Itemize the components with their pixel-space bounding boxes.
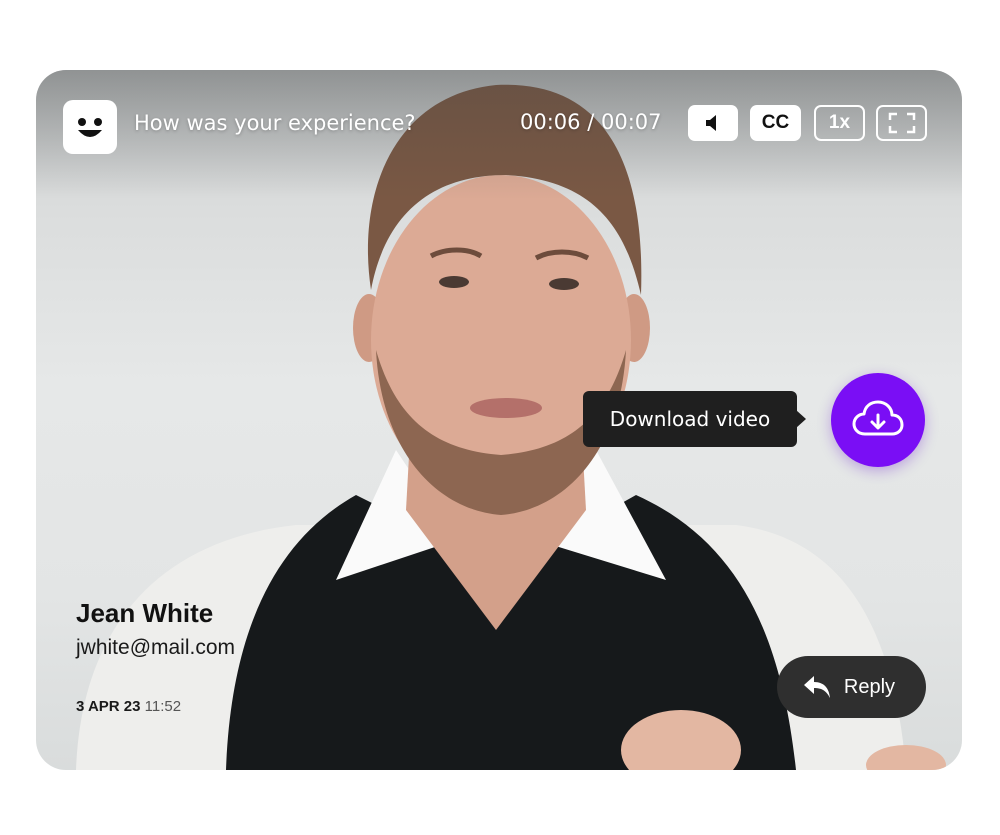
smiley-face-icon (63, 100, 117, 154)
submission-time: 11:52 (144, 698, 182, 715)
video-card: How was your experience? 00:06 / 00:07 C… (36, 70, 962, 770)
playback-speed-label: 1x (828, 112, 851, 133)
submission-timestamp: 3 APR 23 11:52 (76, 698, 181, 715)
reply-label: Reply (843, 675, 896, 698)
speaker-icon (706, 115, 716, 131)
reply-arrow-icon (803, 676, 830, 698)
download-tooltip: Download video (583, 391, 806, 447)
reply-button[interactable]: Reply (777, 656, 926, 718)
captions-label: CC (761, 112, 790, 133)
time-separator: / (587, 110, 595, 134)
fullscreen-icon (888, 112, 915, 134)
sender-name: Jean White (76, 598, 214, 628)
mute-button[interactable] (688, 105, 738, 141)
cloud-download-icon (852, 400, 904, 436)
sender-email: jwhite@mail.com (76, 636, 236, 659)
current-time: 00:06 (520, 110, 581, 134)
playback-speed-button[interactable]: 1x (814, 105, 865, 141)
download-video-button[interactable] (831, 373, 925, 467)
total-time: 00:07 (600, 110, 662, 134)
playback-time: 00:06 / 00:07 (520, 110, 662, 134)
survey-question: How was your experience? (134, 111, 416, 135)
submission-date: 3 APR 23 (76, 698, 141, 715)
captions-button[interactable]: CC (750, 105, 801, 141)
fullscreen-button[interactable] (876, 105, 927, 141)
